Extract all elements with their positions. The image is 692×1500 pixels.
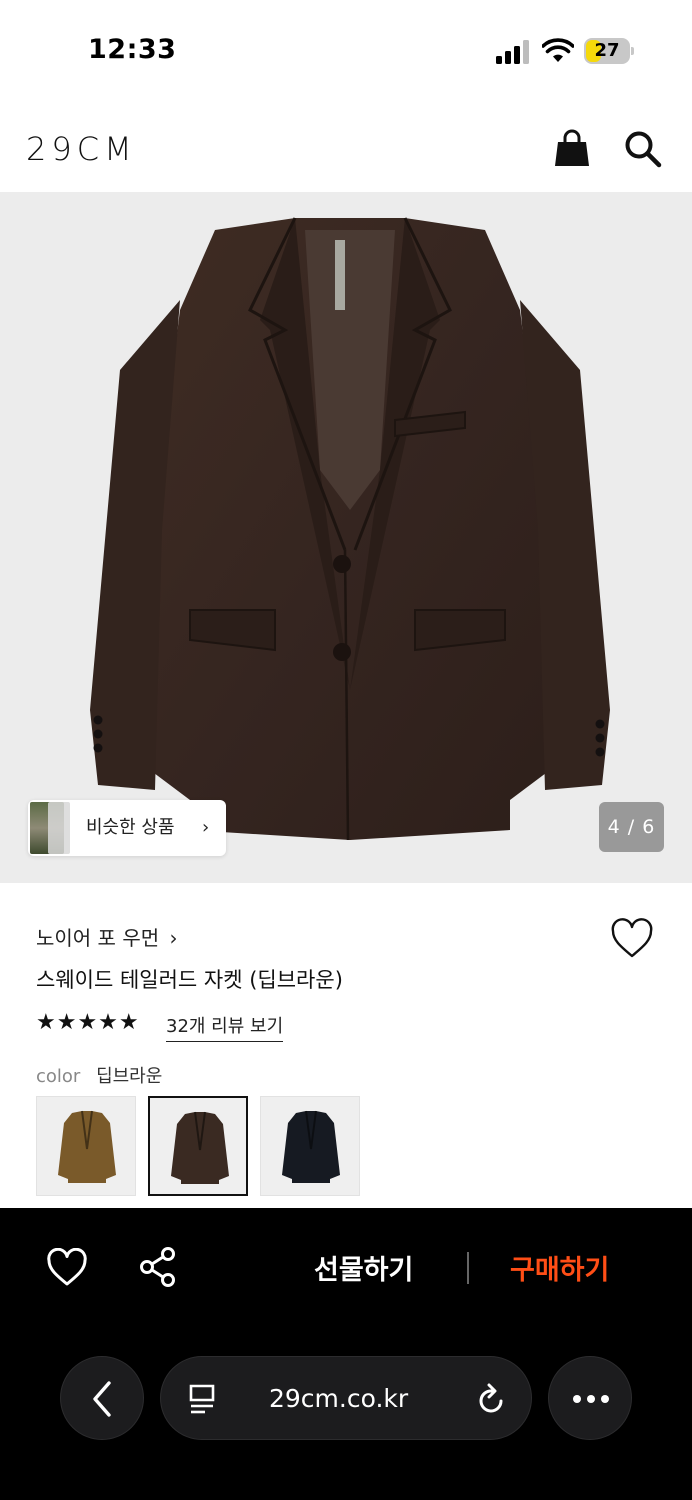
color-swatch-deep-brown[interactable] bbox=[148, 1096, 248, 1196]
search-icon[interactable] bbox=[624, 130, 662, 168]
browser-url-text[interactable]: 29cm.co.kr bbox=[269, 1357, 408, 1441]
similar-product-thumbnail-overlay bbox=[48, 802, 70, 854]
more-dots-icon bbox=[573, 1395, 609, 1403]
brand-link[interactable]: 노이어 포 우먼 › bbox=[36, 922, 177, 951]
reload-icon[interactable] bbox=[475, 1381, 509, 1417]
product-title: 스웨이드 테일러드 자켓 (딥브라운) bbox=[36, 968, 343, 992]
wifi-icon bbox=[542, 38, 574, 62]
rating-stars: ★★★★★ bbox=[36, 1010, 140, 1035]
share-icon[interactable] bbox=[138, 1246, 178, 1288]
product-image-gallery[interactable]: 비슷한 상품 › 4 / 6 bbox=[0, 192, 692, 883]
status-time: 12:33 bbox=[88, 34, 177, 65]
swatch-jacket-image bbox=[171, 1111, 229, 1184]
review-link[interactable]: 32개 리뷰 보기 bbox=[166, 1012, 284, 1042]
battery-percent: 27 bbox=[594, 40, 620, 61]
similar-products-label: 비슷한 상품 bbox=[86, 817, 175, 838]
color-swatch-navy[interactable] bbox=[260, 1096, 360, 1196]
reader-mode-icon[interactable] bbox=[187, 1382, 217, 1416]
bottom-action-bar: 선물하기 구매하기 29cm.co.kr bbox=[0, 1208, 692, 1500]
product-jacket-image bbox=[90, 217, 610, 841]
brand-chevron-icon: › bbox=[169, 926, 178, 950]
similar-products-button[interactable]: 비슷한 상품 › bbox=[28, 800, 226, 856]
status-bar: 12:33 27 bbox=[0, 0, 692, 100]
chevron-right-icon: › bbox=[202, 817, 210, 838]
site-header: 29CM bbox=[0, 100, 692, 192]
swatch-jacket-image bbox=[58, 1110, 116, 1183]
battery-indicator: 27 bbox=[584, 38, 636, 64]
shopping-bag-icon[interactable] bbox=[554, 128, 590, 168]
browser-more-button[interactable] bbox=[548, 1356, 632, 1440]
buy-button[interactable]: 구매하기 bbox=[510, 1248, 609, 1287]
color-row: color 딥브라운 bbox=[36, 1062, 162, 1088]
image-page-counter: 4 / 6 bbox=[599, 802, 664, 852]
action-divider bbox=[467, 1252, 469, 1284]
color-label: color bbox=[36, 1066, 81, 1087]
browser-address-bar[interactable]: 29cm.co.kr bbox=[160, 1356, 532, 1440]
cellular-signal-icon bbox=[496, 40, 529, 64]
heart-icon[interactable] bbox=[46, 1248, 88, 1288]
chevron-left-icon bbox=[93, 1381, 111, 1417]
color-swatch-brown[interactable] bbox=[36, 1096, 136, 1196]
color-value: 딥브라운 bbox=[96, 1066, 163, 1087]
gift-button[interactable]: 선물하기 bbox=[314, 1248, 413, 1287]
site-logo[interactable]: 29CM bbox=[26, 130, 137, 168]
browser-back-button[interactable] bbox=[60, 1356, 144, 1440]
brand-name: 노이어 포 우먼 bbox=[36, 926, 160, 950]
swatch-jacket-image bbox=[282, 1110, 340, 1183]
wishlist-heart-icon[interactable] bbox=[610, 918, 654, 960]
